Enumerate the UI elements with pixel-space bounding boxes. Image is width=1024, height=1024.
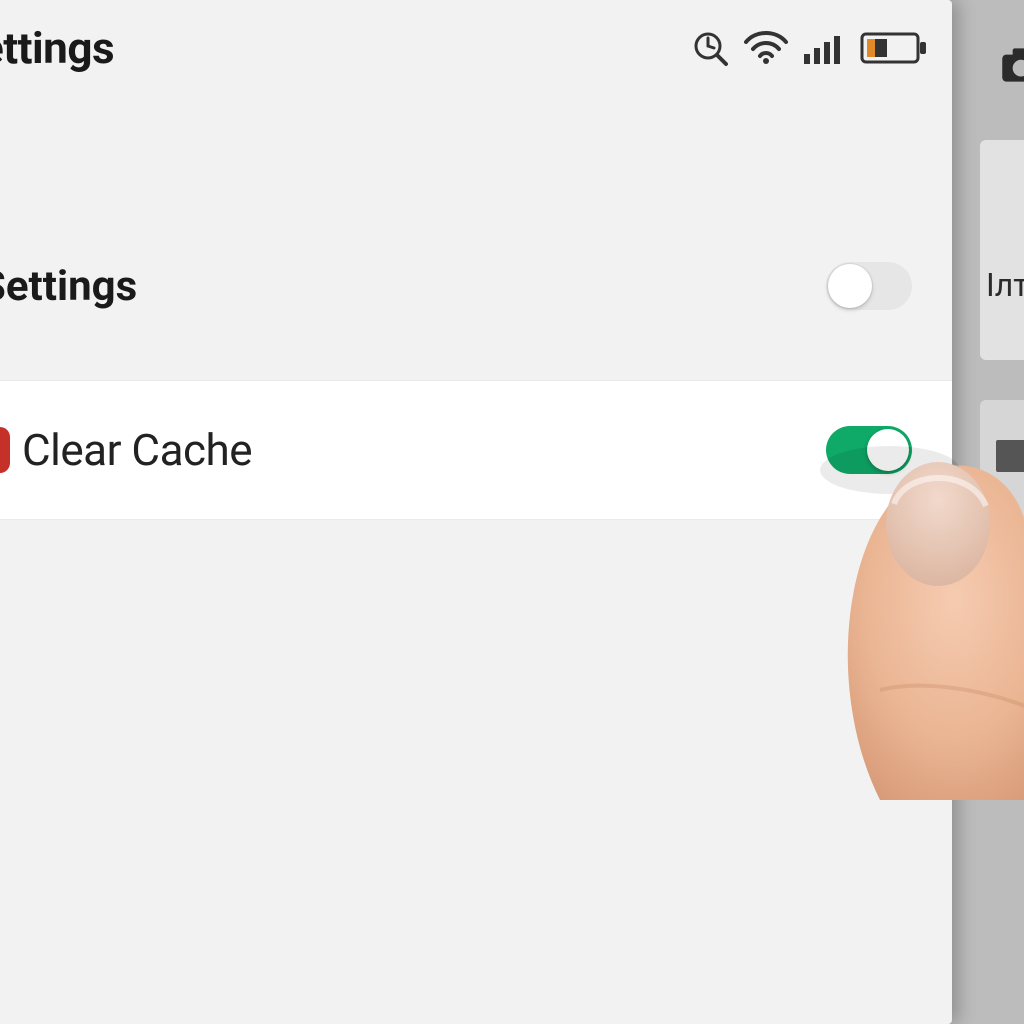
battery-icon: [860, 30, 928, 66]
clear-cache-row[interactable]: Clear Cache: [0, 380, 952, 520]
settings-panel: ettings: [0, 0, 952, 1024]
page-title: ettings: [0, 22, 114, 74]
clock-icon: [690, 28, 730, 68]
status-icons: [690, 28, 928, 68]
camera-icon: [996, 40, 1024, 90]
settings-label: Settings: [0, 262, 137, 311]
toggle-knob: [867, 429, 909, 471]
toggle-knob: [828, 264, 872, 308]
background-peek-text: Iлто: [986, 266, 1024, 304]
status-bar: ettings: [0, 16, 928, 80]
clear-cache-toggle[interactable]: [826, 426, 912, 474]
accent-indicator: [0, 427, 10, 473]
section-label-truncated: a: [0, 150, 952, 210]
background-card-icon: [996, 440, 1024, 472]
wifi-icon: [744, 28, 788, 68]
background-card: [980, 140, 1024, 360]
settings-row[interactable]: Settings: [0, 246, 952, 326]
signal-icon: [802, 28, 846, 68]
clear-cache-label: Clear Cache: [22, 424, 252, 476]
settings-toggle[interactable]: [826, 262, 912, 310]
